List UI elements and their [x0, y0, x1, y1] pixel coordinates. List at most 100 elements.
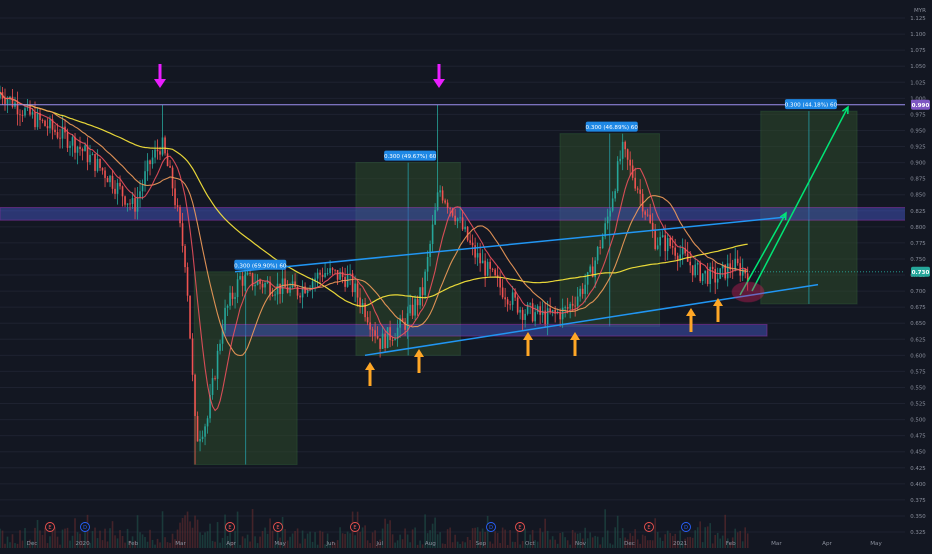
volume-bar [441, 543, 444, 548]
volume-bar [511, 541, 514, 548]
price-tick-label: 0.625 [910, 337, 925, 343]
candle-body [196, 416, 199, 442]
candle-body [611, 198, 614, 211]
price-chart[interactable]: 0.300 (69.90%) 60 0.300 (49.67%) 60 0.300 … [0, 0, 932, 550]
up-arrow-head [365, 362, 375, 370]
candle-body [644, 211, 646, 215]
candle-body [259, 280, 261, 284]
candle-body [476, 253, 479, 258]
candle-body [586, 272, 589, 285]
candle-body [464, 226, 466, 230]
candle-body [576, 296, 579, 306]
candle-body [384, 333, 386, 349]
price-axis: MYR1.1251.1001.0751.0501.0251.0000.9750.… [905, 0, 932, 550]
volume-bar [211, 540, 214, 548]
volume-bars [0, 509, 749, 548]
candle-body [211, 378, 214, 395]
currency-label: MYR [914, 8, 926, 14]
candle-body [499, 277, 501, 288]
candle-body [261, 283, 264, 288]
candle-body [701, 273, 704, 282]
volume-bar [269, 518, 271, 548]
volume-bar [641, 534, 644, 548]
up-arrow-head [686, 308, 696, 316]
time-tick-label: Apr [822, 541, 832, 547]
volume-bar [391, 534, 394, 548]
candle-body [634, 177, 636, 189]
time-tick-label: Apr [226, 541, 236, 547]
candle-body [69, 145, 71, 148]
candle-body [54, 129, 56, 133]
volume-bar [314, 532, 316, 548]
candle-body [664, 235, 666, 252]
volume-bar [421, 544, 424, 548]
price-tick-label: 0.700 [910, 289, 926, 295]
candle-body [356, 283, 359, 298]
candle-body [226, 305, 229, 308]
candle-body [426, 256, 429, 272]
candle-body [446, 202, 449, 209]
volume-bar [559, 532, 561, 548]
volume-bar [714, 534, 716, 548]
candle-body [34, 112, 36, 128]
volume-bar [649, 540, 651, 548]
time-tick-label: Jun [325, 541, 335, 547]
candle-body [321, 274, 324, 277]
candle-body [199, 439, 201, 442]
candle-body [714, 269, 716, 283]
volume-bar [244, 538, 246, 548]
volume-bar [651, 540, 654, 548]
candle-body [146, 160, 149, 172]
volume-bar [166, 542, 169, 548]
volume-bar [1, 530, 4, 548]
candle-body [94, 154, 96, 171]
candle-body [224, 307, 226, 331]
volume-bar [336, 540, 339, 548]
candle-body [671, 246, 674, 248]
volume-bar [321, 531, 324, 548]
candle-body [4, 98, 6, 104]
price-tick-label: 0.800 [910, 225, 926, 231]
volume-bar [616, 515, 619, 548]
volume-bar [346, 531, 349, 548]
volume-bar [696, 527, 699, 548]
volume-bar [101, 540, 104, 548]
volume-bar [719, 538, 721, 548]
volume-bar [746, 533, 749, 548]
candle-body [239, 276, 241, 280]
price-tick-label: 1.075 [910, 48, 925, 54]
time-tick-label: Mar [175, 541, 186, 547]
volume-bar [409, 542, 411, 548]
volume-bar [446, 529, 449, 548]
volume-bar [96, 538, 99, 548]
candle-body [166, 153, 169, 167]
chart-container[interactable]: 0.300 (69.90%) 60 0.300 (49.67%) 60 0.300 … [0, 0, 932, 550]
candle-body [119, 182, 121, 187]
candle-body [184, 245, 186, 268]
volume-bar [516, 529, 519, 548]
candle-body [139, 191, 141, 198]
candle-body [241, 276, 244, 286]
volume-bar [216, 522, 219, 548]
time-tick-label: Mar [771, 541, 782, 547]
candle-body [606, 216, 609, 224]
volume-bar [589, 532, 591, 548]
candle-body [516, 297, 519, 313]
candle-body [229, 292, 231, 306]
candle-body [206, 418, 209, 427]
volume-bar [256, 543, 259, 548]
candle-body [216, 350, 219, 379]
price-tick-label: 0.350 [910, 514, 926, 520]
price-tick-label: 0.975 [910, 112, 925, 118]
volume-bar [6, 536, 9, 548]
candle-body [104, 170, 106, 178]
candle-body [596, 247, 599, 261]
volume-bar [501, 527, 504, 548]
event-marker-label: D [83, 525, 87, 531]
volume-bar [46, 543, 49, 548]
candle-body [56, 132, 59, 138]
candle-body [359, 297, 361, 307]
down-arrow-head [433, 79, 445, 88]
candle-body [731, 269, 734, 271]
candle-body [366, 317, 369, 323]
